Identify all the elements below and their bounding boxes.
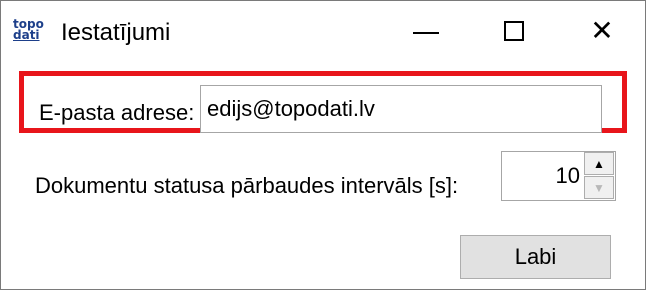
stepper-up-button[interactable]: ▲	[584, 152, 614, 175]
interval-value[interactable]: 10	[502, 152, 580, 200]
stepper-down-button[interactable]: ▼	[584, 176, 614, 199]
email-label: E-pasta adrese:	[39, 100, 195, 125]
interval-label: Dokumentu statusa pārbaudes intervāls [s…	[35, 173, 459, 198]
app-icon-line2: dati	[13, 28, 40, 42]
chevron-up-icon: ▲	[593, 156, 605, 171]
close-icon: ✕	[590, 14, 614, 47]
settings-window: topo dati Iestatījumi ✕ E-pasta adrese: …	[0, 0, 646, 290]
email-field[interactable]	[200, 85, 602, 133]
window-title: Iestatījumi	[61, 19, 171, 46]
close-button[interactable]: ✕	[558, 1, 646, 61]
chevron-down-icon: ▼	[593, 180, 605, 195]
maximize-icon	[504, 21, 524, 41]
title-bar[interactable]: topo dati Iestatījumi ✕	[1, 1, 645, 61]
app-icon: topo dati	[13, 18, 53, 47]
interval-stepper[interactable]: 10 ▲ ▼	[501, 151, 616, 201]
minimize-icon	[413, 32, 439, 34]
ok-button[interactable]: Labi	[460, 235, 611, 279]
maximize-button[interactable]	[470, 1, 558, 61]
minimize-button[interactable]	[382, 1, 470, 61]
